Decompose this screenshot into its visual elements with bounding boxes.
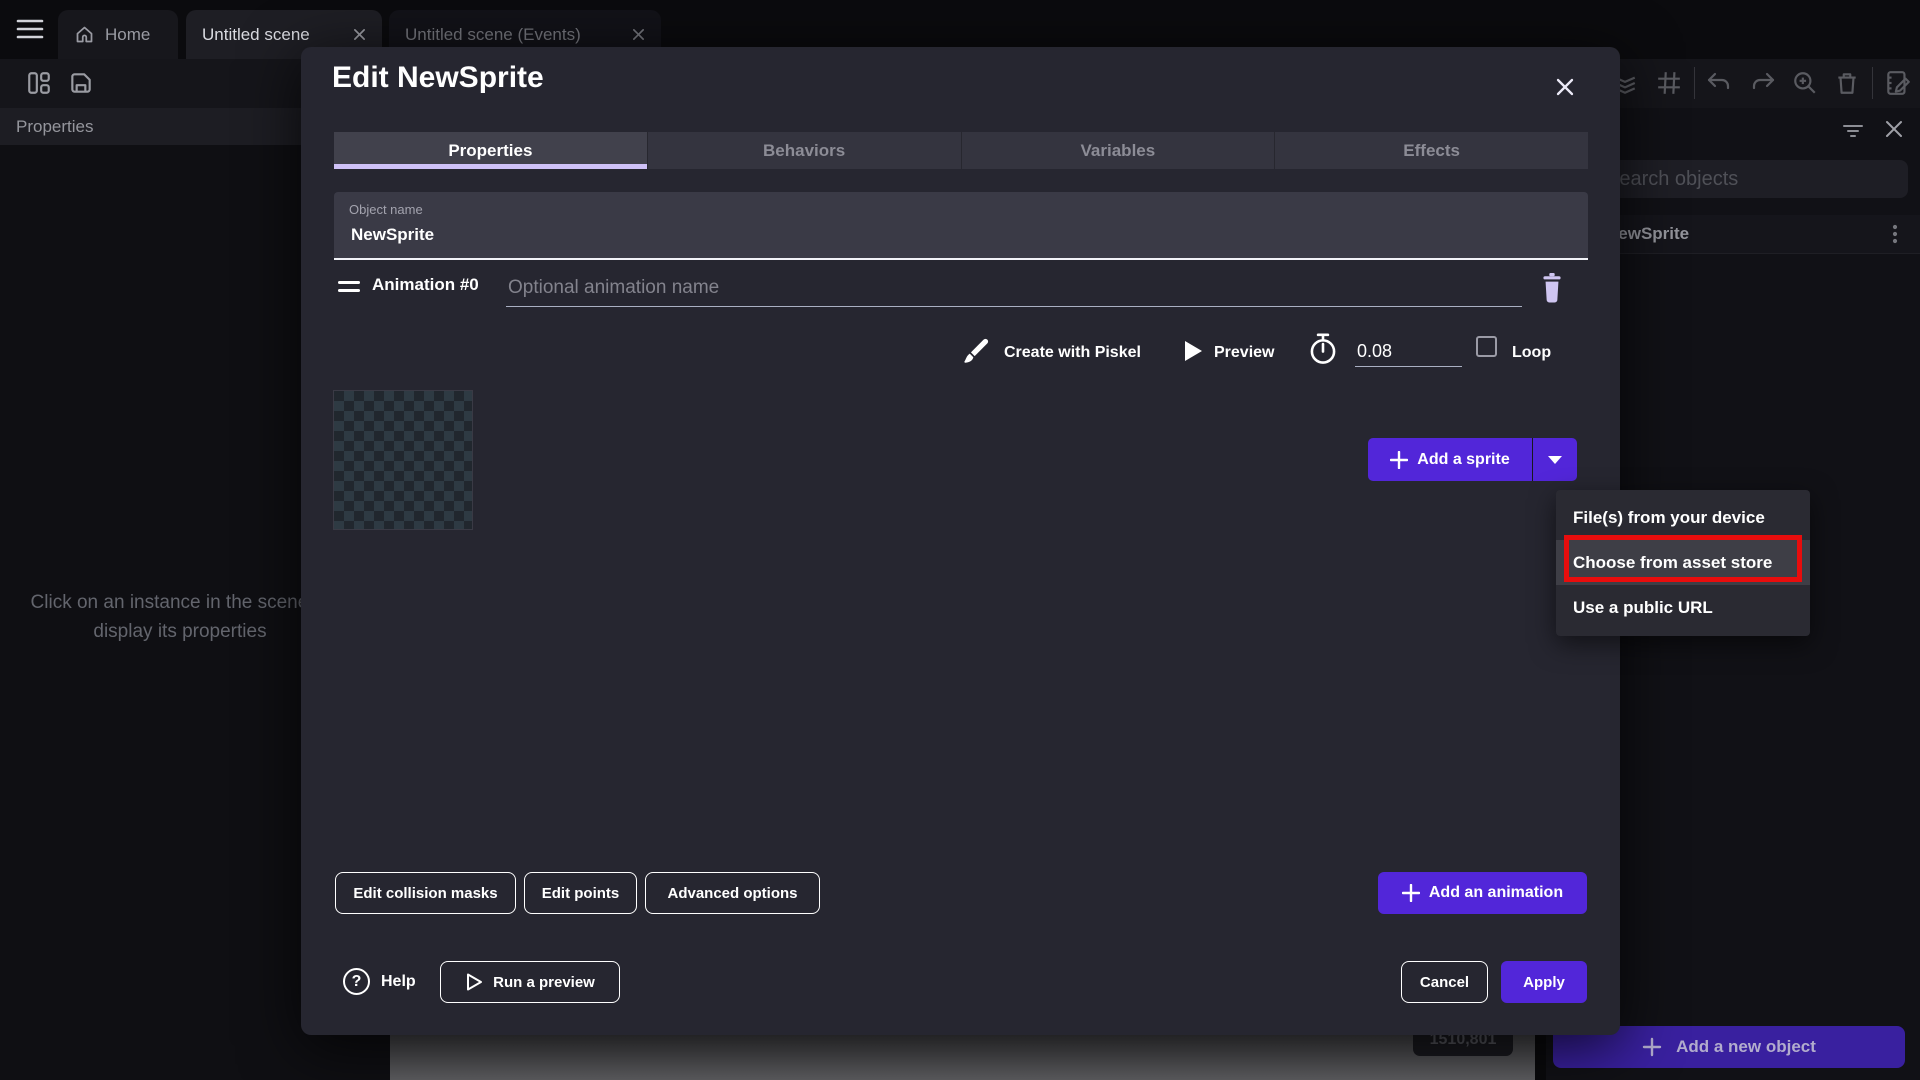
- close-icon: [1553, 75, 1577, 99]
- dialog-title: Edit NewSprite: [332, 61, 544, 95]
- edit-collision-masks-button[interactable]: Edit collision masks: [335, 872, 516, 914]
- object-name-field-label: Object name: [349, 202, 1573, 217]
- zoom-in-button[interactable]: [1792, 70, 1818, 96]
- cancel-button[interactable]: Cancel: [1401, 961, 1488, 1003]
- animation-name-input[interactable]: [506, 269, 1522, 307]
- canvas-edge: [390, 1035, 1535, 1080]
- loop-label: Loop: [1512, 344, 1551, 362]
- app-screen: Home Untitled scene Untitled scene (Even…: [0, 0, 1920, 1080]
- tab-scene-label: Untitled scene: [202, 25, 310, 45]
- add-new-object-label: Add a new object: [1676, 1037, 1816, 1057]
- filter-objects-button[interactable]: [1842, 122, 1864, 140]
- tab-variables[interactable]: Variables: [961, 132, 1275, 169]
- add-animation-button[interactable]: Add an animation: [1378, 872, 1587, 914]
- tab-effects[interactable]: Effects: [1274, 132, 1588, 169]
- help-icon: ?: [343, 968, 370, 995]
- plus-icon: [1402, 884, 1420, 902]
- close-tab-icon[interactable]: [353, 28, 366, 41]
- undo-button[interactable]: [1706, 72, 1732, 94]
- tab-events-label: Untitled scene (Events): [405, 25, 581, 45]
- undo-icon: [1706, 72, 1732, 94]
- tab-home-label: Home: [105, 25, 150, 45]
- filter-icon: [1842, 122, 1864, 140]
- save-icon: [68, 70, 94, 96]
- kebab-menu-icon[interactable]: [1892, 224, 1898, 244]
- advanced-options-button[interactable]: Advanced options: [645, 872, 820, 914]
- drag-handle-icon[interactable]: [338, 281, 360, 293]
- edit-events-button[interactable]: [1884, 70, 1912, 96]
- close-icon: [1884, 119, 1904, 139]
- object-name-input[interactable]: [349, 224, 1553, 246]
- close-panel-button[interactable]: [1884, 119, 1904, 139]
- dialog-close-button[interactable]: [1553, 75, 1577, 99]
- animation-label: Animation #0: [372, 275, 479, 295]
- create-with-piskel-button[interactable]: [960, 335, 992, 367]
- delete-button[interactable]: [1834, 70, 1860, 96]
- add-sprite-label: Add a sprite: [1417, 451, 1509, 469]
- edit-object-dialog: Edit NewSprite Properties Behaviors Vari…: [301, 47, 1620, 1035]
- annotation-highlight-box: [1564, 535, 1802, 582]
- main-menu-button[interactable]: [16, 17, 44, 42]
- stopwatch-icon: [1308, 333, 1338, 365]
- preview-button[interactable]: [1182, 339, 1204, 363]
- zoom-in-icon: [1792, 70, 1818, 96]
- toggle-panels-button[interactable]: [26, 70, 52, 96]
- plus-icon: [1642, 1037, 1662, 1057]
- tab-behaviors[interactable]: Behaviors: [647, 132, 961, 169]
- trash-icon: [1834, 70, 1860, 96]
- sprite-thumbnail-empty[interactable]: [333, 390, 473, 530]
- hamburger-icon: [16, 17, 44, 42]
- apply-button[interactable]: Apply: [1501, 961, 1587, 1003]
- play-icon: [1182, 339, 1204, 363]
- toolbar-divider: [1872, 67, 1873, 99]
- add-sprite-button[interactable]: Add a sprite: [1368, 438, 1532, 481]
- search-objects-input[interactable]: [1592, 160, 1908, 198]
- properties-panel-title: Properties: [16, 117, 93, 137]
- loop-checkbox[interactable]: [1476, 336, 1497, 357]
- help-button[interactable]: ? Help: [343, 968, 416, 995]
- toolbar-divider: [1694, 67, 1695, 99]
- chevron-down-icon: [1548, 456, 1562, 464]
- close-tab-icon[interactable]: [632, 28, 645, 41]
- add-sprite-split-button: Add a sprite: [1368, 438, 1577, 481]
- redo-icon: [1750, 72, 1776, 94]
- dialog-tab-bar: Properties Behaviors Variables Effects: [334, 132, 1588, 169]
- play-outline-icon: [465, 972, 483, 992]
- add-sprite-dropdown-button[interactable]: [1533, 438, 1577, 481]
- preview-label[interactable]: Preview: [1214, 344, 1274, 362]
- frame-time-input[interactable]: [1355, 337, 1462, 367]
- plus-icon: [1390, 451, 1408, 469]
- panels-icon: [26, 70, 52, 96]
- help-label: Help: [381, 973, 416, 991]
- grid-button[interactable]: [1656, 70, 1682, 96]
- brush-icon: [960, 335, 992, 367]
- object-name-field[interactable]: Object name: [334, 192, 1588, 260]
- active-tab-underline: [334, 164, 647, 169]
- edit-sheet-icon: [1884, 70, 1912, 96]
- trash-icon: [1539, 273, 1565, 303]
- create-with-piskel-label[interactable]: Create with Piskel: [1004, 344, 1141, 362]
- tab-home[interactable]: Home: [58, 10, 178, 59]
- menu-item-files-from-device[interactable]: File(s) from your device: [1556, 495, 1810, 540]
- run-preview-button[interactable]: Run a preview: [440, 961, 620, 1003]
- home-icon: [74, 24, 95, 45]
- delete-animation-button[interactable]: [1539, 273, 1565, 303]
- menu-item-use-public-url[interactable]: Use a public URL: [1556, 585, 1810, 630]
- save-button[interactable]: [68, 70, 94, 96]
- grid-icon: [1656, 70, 1682, 96]
- tab-properties[interactable]: Properties: [334, 132, 647, 169]
- redo-button[interactable]: [1750, 72, 1776, 94]
- edit-points-button[interactable]: Edit points: [524, 872, 637, 914]
